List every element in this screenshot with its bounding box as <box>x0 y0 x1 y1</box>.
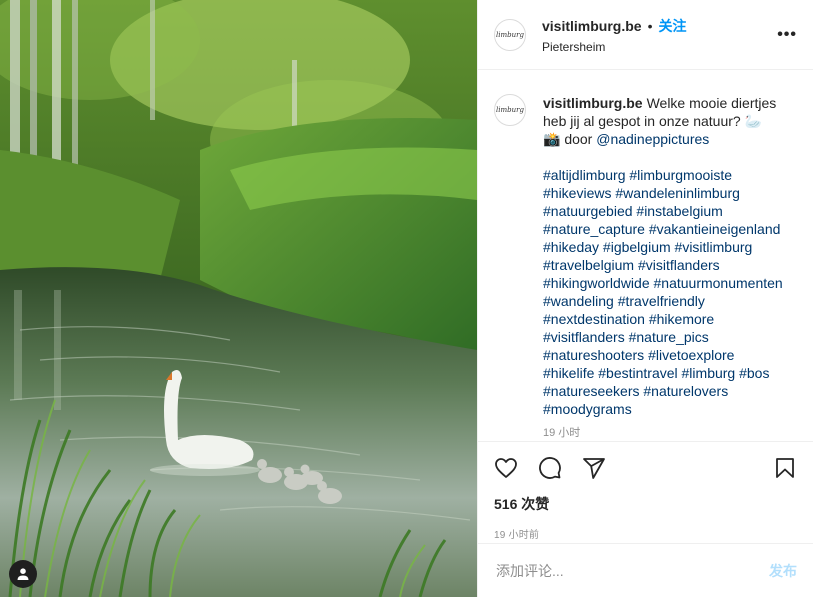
post-photo[interactable] <box>0 0 477 597</box>
more-options-icon: ••• <box>777 25 797 43</box>
bookmark-icon[interactable] <box>773 456 797 480</box>
hashtag-line[interactable]: #hikeviews #wandeleninlimburg <box>543 184 797 202</box>
hashtag-line[interactable]: #hikelife #bestintravel #limburg #bos <box>543 364 797 382</box>
post-details-panel: limburg visitlimburg.be • 关注 Pietersheim… <box>477 0 813 597</box>
post-header-meta: visitlimburg.be • 关注 Pietersheim <box>542 16 686 54</box>
avatar-logo: limburg <box>496 30 524 39</box>
hashtag-list: #altijdlimburg #limburgmooiste #hikeview… <box>543 166 797 418</box>
caption-avatar[interactable]: limburg <box>494 94 526 126</box>
add-comment-section: 发布 <box>478 543 813 597</box>
post-timestamp[interactable]: 19 小时前 <box>494 526 797 541</box>
post-actions: 516 次赞 19 小时前 <box>478 441 813 543</box>
action-icons-row <box>494 442 797 494</box>
hashtag-line[interactable]: #altijdlimburg #limburgmooiste <box>543 166 797 184</box>
tagged-users-button[interactable] <box>9 560 37 588</box>
hashtag-line[interactable]: #natuurgebied #instabelgium <box>543 202 797 220</box>
caption-timestamp: 19 小时 <box>543 427 581 439</box>
hashtag-line[interactable]: #natureshooters #livetoexplore <box>543 346 797 364</box>
post-header: limburg visitlimburg.be • 关注 Pietersheim… <box>478 0 813 70</box>
hashtag-line[interactable]: #natureseekers #naturelovers <box>543 382 797 400</box>
hashtag-line[interactable]: #travelbelgium #visitflanders <box>543 256 797 274</box>
credit-handle-link[interactable]: @nadineppictures <box>596 131 709 147</box>
more-options-button[interactable]: ••• <box>777 26 797 44</box>
caption-username-link[interactable]: visitlimburg.be <box>543 95 643 111</box>
comment-icon[interactable] <box>538 456 562 480</box>
heart-icon[interactable] <box>494 456 518 480</box>
hashtag-line[interactable]: #hikeday #igbelgium #visitlimburg <box>543 238 797 256</box>
hashtag-line[interactable]: #visitflanders #nature_pics <box>543 328 797 346</box>
hashtag-line[interactable]: #moodygrams <box>543 400 797 418</box>
header-username-link[interactable]: visitlimburg.be <box>542 18 642 34</box>
share-icon[interactable] <box>582 456 606 480</box>
hashtag-line[interactable]: #nextdestination #hikemore <box>543 310 797 328</box>
user-icon <box>17 568 29 580</box>
avatar[interactable]: limburg <box>494 18 526 51</box>
separator-dot: • <box>647 17 653 34</box>
credit-prefix: 📸 door <box>543 131 597 147</box>
hashtag-line[interactable]: #hikingworldwide #natuurmonumenten <box>543 274 797 292</box>
hashtag-line[interactable]: #nature_capture #vakantieineigenland <box>543 220 797 238</box>
instagram-post-modal: limburg visitlimburg.be • 关注 Pietersheim… <box>0 0 813 597</box>
header-line: visitlimburg.be • 关注 <box>542 16 686 36</box>
location-link[interactable]: Pietersheim <box>542 40 686 54</box>
follow-button[interactable]: 关注 <box>658 16 686 36</box>
caption-scroll-area[interactable]: limburg visitlimburg.be Welke mooie diert… <box>478 70 813 441</box>
photo-swan-river-scene <box>0 0 477 597</box>
comment-input[interactable] <box>494 561 769 580</box>
caption-body: visitlimburg.be Welke mooie diertjes heb … <box>543 94 797 441</box>
caption-avatar-logo: limburg <box>496 106 524 114</box>
hashtag-line[interactable]: #wandeling #travelfriendly <box>543 292 797 310</box>
caption-row: limburg visitlimburg.be Welke mooie diert… <box>494 94 797 441</box>
like-count[interactable]: 516 次赞 <box>494 494 797 514</box>
post-comment-button[interactable]: 发布 <box>769 561 797 581</box>
